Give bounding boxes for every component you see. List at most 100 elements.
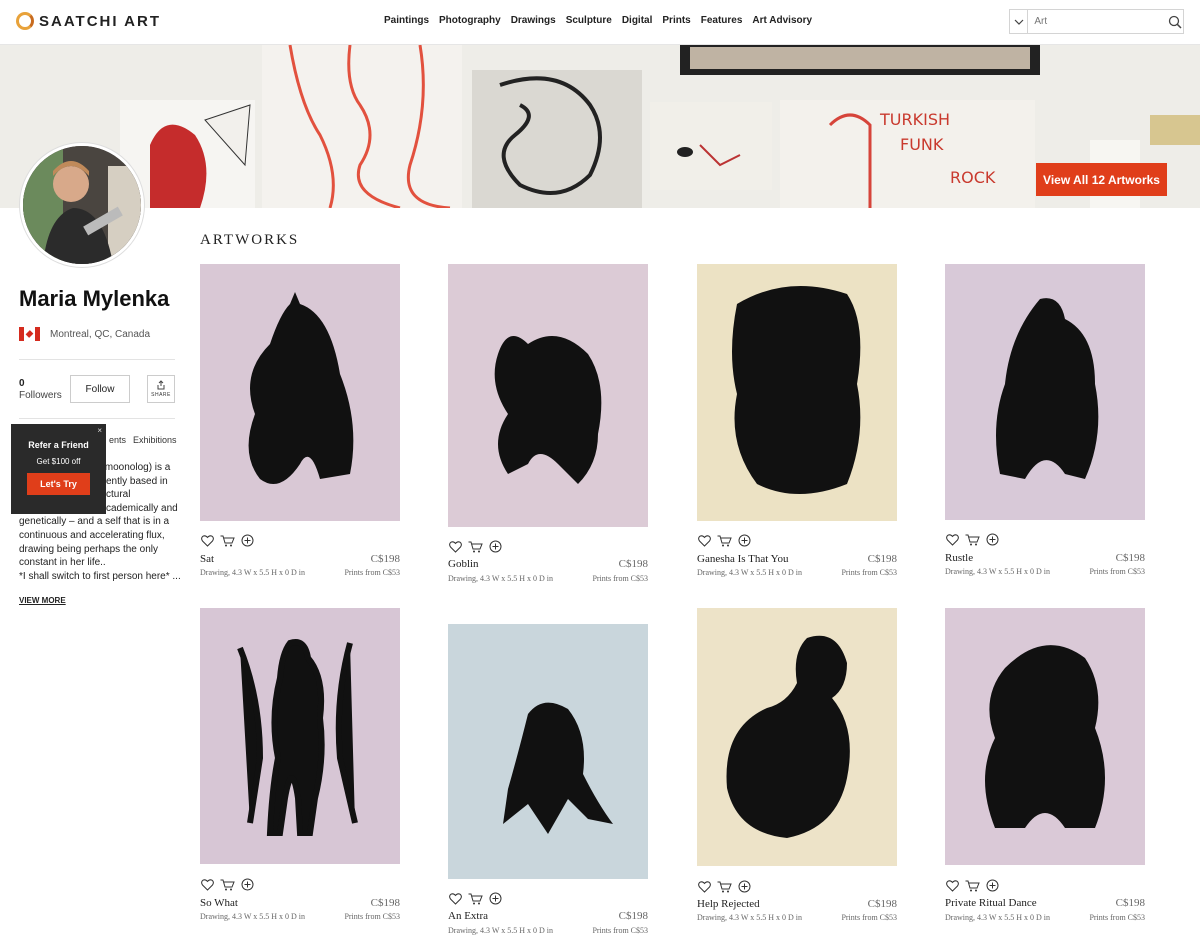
heart-icon[interactable] [201,878,214,891]
refer-title: Refer a Friend [28,440,89,450]
saatchi-logo[interactable]: SAATCHI ART [16,12,161,30]
nav-features[interactable]: Features [701,15,743,26]
artwork-title[interactable]: Rustle [945,552,973,564]
tab-exhibitions[interactable]: Exhibitions [133,435,177,445]
artwork-details: Drawing, 4.3 W x 5.5 H x 0 D in [697,913,803,922]
add-to-collection-icon[interactable] [489,892,502,905]
artwork-details: Drawing, 4.3 W x 5.5 H x 0 D in [697,568,803,577]
artworks-heading: ARTWORKS [200,232,300,248]
artwork-title[interactable]: Private Ritual Dance [945,897,1037,909]
add-to-collection-icon[interactable] [986,879,999,892]
search-category-dropdown[interactable] [1010,10,1029,33]
artwork-prints-price[interactable]: Prints from C$53 [1055,913,1145,922]
artwork-prints-price[interactable]: Prints from C$53 [807,913,897,922]
follow-button[interactable]: Follow [70,375,130,403]
divider [19,418,175,419]
nav-paintings[interactable]: Paintings [384,15,429,26]
nav-drawings[interactable]: Drawings [511,15,556,26]
artist-location: Montreal, QC, Canada [19,327,150,341]
artwork-title[interactable]: Goblin [448,558,479,570]
search-input[interactable] [1028,11,1167,32]
bio-line: genetically – and a self that is in a [19,516,170,528]
artwork-prints-price[interactable]: Prints from C$53 [807,568,897,577]
artwork-title[interactable]: An Extra [448,910,488,922]
main-nav: Paintings Photography Drawings Sculpture… [384,15,812,26]
add-to-collection-icon[interactable] [986,533,999,546]
heart-icon[interactable] [698,534,711,547]
heart-icon[interactable] [449,540,462,553]
heart-icon[interactable] [946,533,959,546]
artwork-actions [201,878,254,891]
svg-text:ROCK: ROCK [950,168,996,187]
followers-count: 0 [19,378,25,389]
artwork-prints-price[interactable]: Prints from C$53 [1055,567,1145,576]
artwork-image[interactable] [945,608,1145,865]
artwork-prints-price[interactable]: Prints from C$53 [310,568,400,577]
artwork-actions [946,879,999,892]
artwork-image[interactable] [945,264,1145,520]
artwork-price: C$198 [867,898,897,910]
heart-icon[interactable] [449,892,462,905]
heart-icon[interactable] [698,880,711,893]
artwork-image[interactable] [200,264,400,521]
artwork-price: C$198 [370,897,400,909]
cart-icon[interactable] [717,881,732,893]
nav-art-advisory[interactable]: Art Advisory [752,15,812,26]
lets-try-button[interactable]: Let's Try [27,473,90,495]
artwork-price: C$198 [618,910,648,922]
artist-avatar[interactable] [20,143,144,267]
artwork-image[interactable] [697,264,897,521]
artwork-details: Drawing, 4.3 W x 5.5 H x 0 D in [945,913,1051,922]
cart-icon[interactable] [220,535,235,547]
close-icon[interactable]: × [97,426,102,435]
cart-icon[interactable] [965,534,980,546]
bio-line: *I shall switch to first person here* ..… [19,570,181,582]
artwork-prints-price[interactable]: Prints from C$53 [558,926,648,935]
artwork-prints-price[interactable]: Prints from C$53 [558,574,648,583]
artwork-image[interactable] [448,264,648,527]
cart-icon[interactable] [220,879,235,891]
artwork-image[interactable] [448,624,648,879]
artist-name: Maria Mylenka [19,286,170,311]
share-button[interactable]: SHARE [147,375,175,403]
artwork-image[interactable] [200,608,400,864]
artwork-title[interactable]: Help Rejected [697,898,760,910]
artwork-title[interactable]: Sat [200,553,214,565]
top-header: SAATCHI ART Paintings Photography Drawin… [0,0,1200,45]
followers-label: Followers [19,390,62,401]
heart-icon[interactable] [201,534,214,547]
view-more-link[interactable]: VIEW MORE [19,596,66,605]
artwork-title[interactable]: Ganesha Is That You [697,553,788,565]
artwork-actions [201,534,254,547]
cart-icon[interactable] [965,880,980,892]
studio-wall-image: TURKISH FUNK ROCK [0,45,1200,208]
artwork-image[interactable] [697,608,897,866]
artwork-details: Drawing, 4.3 W x 5.5 H x 0 D in [448,926,554,935]
search-button[interactable] [1166,15,1183,29]
svg-text:FUNK: FUNK [900,135,944,154]
add-to-collection-icon[interactable] [738,880,751,893]
artwork-actions [946,533,999,546]
chevron-down-icon [1014,19,1024,25]
add-to-collection-icon[interactable] [241,534,254,547]
add-to-collection-icon[interactable] [241,878,254,891]
logo-ring-icon [16,12,34,30]
tab-events[interactable]: ents [109,435,126,445]
artwork-actions [449,892,502,905]
cart-icon[interactable] [717,535,732,547]
heart-icon[interactable] [946,879,959,892]
cart-icon[interactable] [468,541,483,553]
nav-prints[interactable]: Prints [662,15,690,26]
nav-photography[interactable]: Photography [439,15,501,26]
artwork-prints-price[interactable]: Prints from C$53 [310,912,400,921]
cart-icon[interactable] [468,893,483,905]
artwork-actions [698,534,751,547]
refer-friend-popup: × Refer a Friend Get $100 off Let's Try [11,424,106,514]
view-all-artworks-button[interactable]: View All 12 Artworks [1036,163,1167,196]
nav-digital[interactable]: Digital [622,15,653,26]
add-to-collection-icon[interactable] [489,540,502,553]
add-to-collection-icon[interactable] [738,534,751,547]
nav-sculpture[interactable]: Sculpture [566,15,612,26]
refer-subtitle: Get $100 off [36,457,81,466]
artwork-title[interactable]: So What [200,897,238,909]
